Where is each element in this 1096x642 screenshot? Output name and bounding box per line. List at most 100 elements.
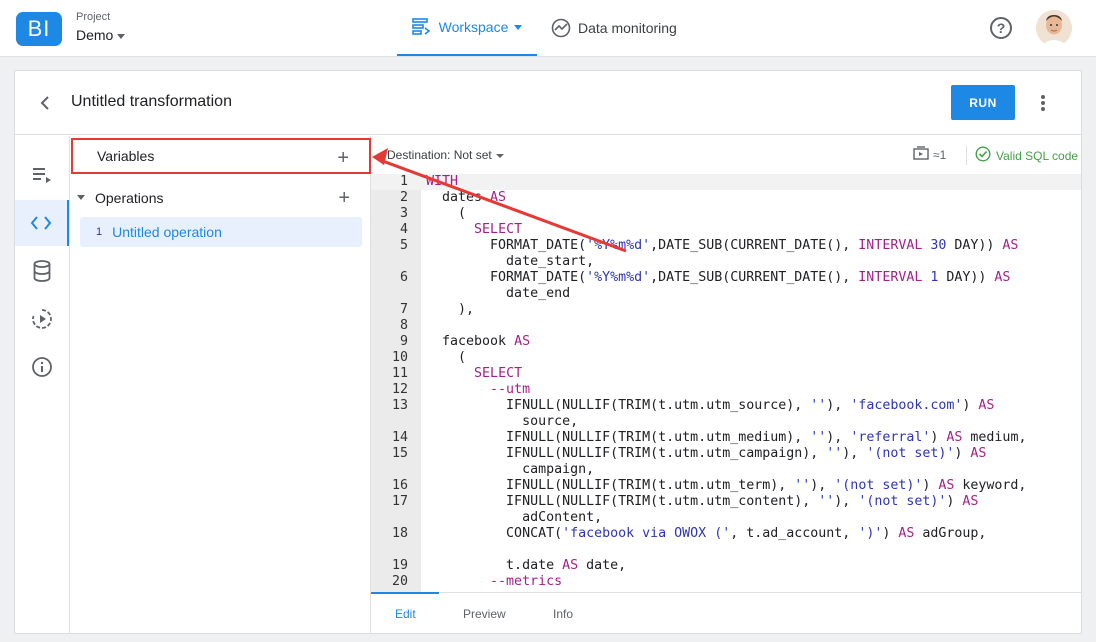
line-number: 3 — [399, 206, 408, 221]
code-line[interactable]: 13 IFNULL(NULLIF(TRIM(t.utm.utm_source),… — [371, 398, 1081, 414]
code-line[interactable]: 18 CONCAT('facebook via OWOX (', t.ad_ac… — [371, 526, 1081, 542]
schedule-play-icon[interactable] — [15, 296, 69, 342]
bytes-estimate: ≈1 — [913, 146, 946, 163]
back-icon[interactable] — [35, 93, 55, 113]
line-number: 6 — [399, 270, 408, 285]
code-text: adContent, — [426, 510, 603, 525]
sql-editor-area: Destination: Not set ≈1 Valid SQL code 1… — [371, 136, 1081, 634]
line-number: 20 — [391, 574, 408, 589]
operation-item[interactable]: 1 Untitled operation — [80, 217, 362, 247]
line-number: 10 — [391, 350, 408, 365]
page-title[interactable]: Untitled transformation — [71, 93, 232, 111]
line-number: 15 — [391, 446, 408, 461]
code-line[interactable]: 2 dates AS — [371, 190, 1081, 206]
code-text: t.date AS date, — [426, 558, 627, 573]
tab-preview[interactable]: Preview — [463, 607, 506, 621]
database-icon[interactable] — [15, 248, 69, 294]
chevron-down-icon — [117, 33, 126, 39]
code-text: date_end — [426, 286, 571, 301]
code-editor[interactable]: 1 WITH 2 dates AS 3 (4 SELECT 5 FORMAT_DATE(… — [371, 174, 1081, 592]
left-rail — [15, 136, 70, 634]
code-text: IFNULL(NULLIF(TRIM(t.utm.utm_content), '… — [426, 494, 979, 509]
code-text: dates AS — [426, 190, 507, 205]
code-line[interactable]: 15 IFNULL(NULLIF(TRIM(t.utm.utm_campaign… — [371, 446, 1081, 462]
active-tab-indicator — [371, 592, 439, 594]
destination-selector[interactable]: Destination: Not set — [387, 148, 504, 162]
code-text: IFNULL(NULLIF(TRIM(t.utm.utm_term), ''),… — [426, 478, 1027, 493]
line-number: 2 — [399, 190, 408, 205]
operations-section[interactable]: Operations + — [71, 180, 370, 216]
code-text: facebook AS — [426, 334, 531, 349]
code-line[interactable]: 6 FORMAT_DATE('%Y%m%d',DATE_SUB(CURRENT_… — [371, 270, 1081, 286]
code-line[interactable]: 7 ), — [371, 302, 1081, 318]
code-line[interactable]: 20 --metrics — [371, 574, 1081, 590]
code-line[interactable] — [371, 542, 1081, 558]
code-text: --metrics — [426, 574, 563, 589]
line-number: 5 — [399, 238, 408, 253]
line-number: 9 — [399, 334, 408, 349]
chevron-down-icon — [495, 153, 504, 158]
code-text: date_start, — [426, 254, 595, 269]
avatar[interactable] — [1036, 10, 1072, 46]
code-text: IFNULL(NULLIF(TRIM(t.utm.utm_source), ''… — [426, 398, 995, 413]
code-line[interactable]: campaign, — [371, 462, 1081, 478]
workspace-icon — [411, 18, 432, 36]
bi-logo[interactable]: BI — [16, 12, 62, 46]
code-text: FORMAT_DATE('%Y%m%d',DATE_SUB(CURRENT_DA… — [426, 270, 1011, 285]
variables-label: Variables — [97, 148, 155, 164]
tab-data-monitoring[interactable]: Data monitoring — [551, 0, 691, 56]
tab-info[interactable]: Info — [553, 607, 573, 621]
code-line[interactable]: date_start, — [371, 254, 1081, 270]
code-line[interactable]: 1 WITH — [371, 174, 1081, 190]
code-line[interactable]: 10 ( — [371, 350, 1081, 366]
list-icon[interactable] — [15, 152, 69, 198]
line-number: 17 — [391, 494, 408, 509]
more-vert-icon[interactable] — [1033, 93, 1053, 113]
code-line[interactable]: 11 SELECT — [371, 366, 1081, 382]
code-line[interactable]: 16 IFNULL(NULLIF(TRIM(t.utm.utm_term), '… — [371, 478, 1081, 494]
code-text: FORMAT_DATE('%Y%m%d',DATE_SUB(CURRENT_DA… — [426, 238, 1019, 253]
tab-edit[interactable]: Edit — [395, 607, 416, 621]
code-text: IFNULL(NULLIF(TRIM(t.utm.utm_campaign), … — [426, 446, 987, 461]
validation-text: Valid SQL code — [996, 148, 1079, 163]
collapse-icon[interactable] — [77, 195, 85, 200]
editor-tabs: Edit Preview Info — [371, 592, 1081, 634]
line-number: 16 — [391, 478, 408, 493]
code-text: ), — [426, 302, 475, 317]
card-header: Untitled transformation RUN — [15, 71, 1081, 135]
tab-workspace[interactable]: Workspace — [397, 0, 537, 56]
code-line[interactable]: 19 t.date AS date, — [371, 558, 1081, 574]
check-circle-icon — [975, 146, 991, 165]
code-line[interactable]: source, — [371, 414, 1081, 430]
run-button[interactable]: RUN — [951, 85, 1015, 120]
help-icon[interactable]: ? — [990, 17, 1012, 39]
line-number: 1 — [399, 174, 408, 189]
code-line[interactable]: 8 — [371, 318, 1081, 334]
code-line[interactable]: 5 FORMAT_DATE('%Y%m%d',DATE_SUB(CURRENT_… — [371, 238, 1081, 254]
line-number: 8 — [399, 318, 408, 333]
variables-section[interactable]: Variables + — [71, 138, 371, 174]
code-line[interactable]: 9 facebook AS — [371, 334, 1081, 350]
code-line[interactable]: adContent, — [371, 510, 1081, 526]
info-icon[interactable] — [15, 344, 69, 390]
monitoring-icon — [551, 18, 571, 38]
code-line[interactable]: 4 SELECT — [371, 222, 1081, 238]
operations-panel: Variables + Operations + 1 Untitled oper… — [71, 136, 371, 634]
code-line[interactable]: 17 IFNULL(NULLIF(TRIM(t.utm.utm_content)… — [371, 494, 1081, 510]
operation-number: 1 — [96, 226, 103, 238]
project-selector[interactable]: Demo — [76, 27, 126, 43]
add-operation-icon[interactable]: + — [338, 188, 350, 208]
line-number: 12 — [391, 382, 408, 397]
top-bar: BI Project Demo Workspace Data monitorin… — [0, 0, 1096, 57]
code-line[interactable]: 12 --utm — [371, 382, 1081, 398]
add-variable-icon[interactable]: + — [337, 148, 349, 168]
project-name: Demo — [76, 27, 114, 43]
code-line[interactable]: date_end — [371, 286, 1081, 302]
code-line[interactable]: 3 ( — [371, 206, 1081, 222]
chevron-down-icon — [514, 24, 523, 30]
code-line[interactable]: 14 IFNULL(NULLIF(TRIM(t.utm.utm_medium),… — [371, 430, 1081, 446]
code-icon[interactable] — [15, 200, 69, 246]
line-number: 18 — [391, 526, 408, 541]
code-text: SELECT — [474, 222, 523, 237]
code-text: ( — [426, 350, 467, 365]
